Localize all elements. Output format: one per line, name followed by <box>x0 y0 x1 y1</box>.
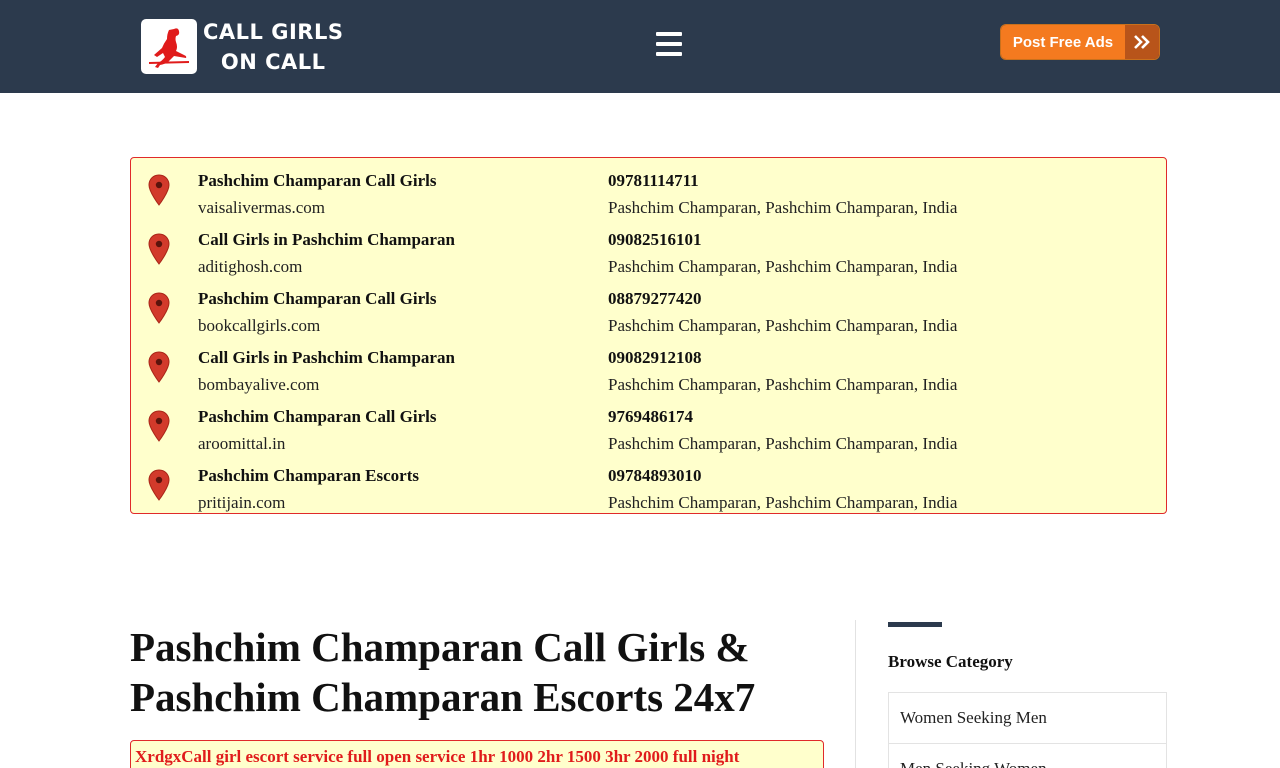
listing-site[interactable]: vaisalivermas.com <box>198 198 325 218</box>
map-pin-icon <box>148 174 170 206</box>
menu-bar <box>656 42 682 46</box>
listing-title[interactable]: Call Girls in Pashchim Champaran <box>198 230 455 250</box>
logo-line-1: CALL GIRLS <box>203 19 344 44</box>
logo-line-2: ON CALL <box>220 49 326 74</box>
promo-banner[interactable]: XrdgxCall girl escort service full open … <box>130 740 824 768</box>
listing-phone[interactable]: 08879277420 <box>608 289 702 309</box>
listing-location: Pashchim Champaran, Pashchim Champaran, … <box>608 434 958 453</box>
listing-title[interactable]: Call Girls in Pashchim Champaran <box>198 348 455 368</box>
listing-site[interactable]: bombayalive.com <box>198 375 319 395</box>
post-free-ads-button[interactable]: Post Free Ads <box>1000 24 1160 60</box>
double-chevron-right-icon <box>1125 25 1159 59</box>
site-logo[interactable]: CALL GIRLS ON CALL <box>141 19 343 74</box>
listing-title[interactable]: Pashchim Champaran Escorts <box>198 466 419 486</box>
map-pin-icon <box>148 292 170 324</box>
listing-location: Pashchim Champaran, Pashchim Champaran, … <box>608 257 958 276</box>
listing-location: Pashchim Champaran, Pashchim Champaran, … <box>608 198 958 217</box>
listing-row[interactable]: Pashchim Champaran Call Girls vaisaliverm… <box>131 165 1166 219</box>
map-pin-icon <box>148 351 170 383</box>
sidebar-accent-bar <box>888 622 942 627</box>
page-title: Pashchim Champaran Call Girls & Pashchim… <box>130 624 756 720</box>
sidebar-title: Browse Category <box>888 652 1013 671</box>
map-pin-icon <box>148 469 170 501</box>
listing-location: Pashchim Champaran, Pashchim Champaran, … <box>608 375 958 394</box>
column-divider <box>855 620 856 768</box>
menu-bar <box>656 32 682 36</box>
category-label: Men Seeking Women <box>900 759 1047 768</box>
logo-text: CALL GIRLS ON CALL <box>203 17 343 77</box>
listings-panel: Pashchim Champaran Call Girls vaisaliverm… <box>130 157 1167 514</box>
category-item[interactable]: Women Seeking Men <box>888 692 1167 743</box>
hamburger-menu-icon[interactable] <box>656 30 682 58</box>
listing-title[interactable]: Pashchim Champaran Call Girls <box>198 171 437 191</box>
listing-phone[interactable]: 09784893010 <box>608 466 702 486</box>
listing-site[interactable]: pritijain.com <box>198 493 285 513</box>
map-pin-icon <box>148 410 170 442</box>
map-pin-icon <box>148 233 170 265</box>
category-item[interactable]: Men Seeking Women <box>888 743 1167 768</box>
listing-row[interactable]: Call Girls in Pashchim Champaran aditigho… <box>131 224 1166 278</box>
menu-bar <box>656 52 682 56</box>
listing-site[interactable]: aditighosh.com <box>198 257 302 277</box>
listing-row[interactable]: Pashchim Champaran Call Girls bookcallgir… <box>131 283 1166 337</box>
site-header: CALL GIRLS ON CALL Post Free Ads <box>0 0 1280 93</box>
listing-phone[interactable]: 9769486174 <box>608 407 693 427</box>
listing-site[interactable]: aroomittal.in <box>198 434 285 454</box>
listing-site[interactable]: bookcallgirls.com <box>198 316 320 336</box>
listing-location: Pashchim Champaran, Pashchim Champaran, … <box>608 316 958 335</box>
listing-title[interactable]: Pashchim Champaran Call Girls <box>198 407 437 427</box>
listing-row[interactable]: Pashchim Champaran Call Girls aroomittal.… <box>131 401 1166 455</box>
listing-row[interactable]: Pashchim Champaran Escorts pritijain.com 0… <box>131 460 1166 514</box>
listing-phone[interactable]: 09082912108 <box>608 348 702 368</box>
listing-title[interactable]: Pashchim Champaran Call Girls <box>198 289 437 309</box>
listing-phone[interactable]: 09781114711 <box>608 171 699 191</box>
listing-phone[interactable]: 09082516101 <box>608 230 702 250</box>
promo-text: XrdgxCall girl escort service full open … <box>135 747 740 766</box>
category-label: Women Seeking Men <box>900 708 1047 727</box>
logo-icon <box>141 19 197 74</box>
category-list: Women Seeking Men Men Seeking Women <box>888 692 1167 768</box>
post-free-ads-label: Post Free Ads <box>1001 25 1125 59</box>
listing-row[interactable]: Call Girls in Pashchim Champaran bombayal… <box>131 342 1166 396</box>
listing-location: Pashchim Champaran, Pashchim Champaran, … <box>608 493 958 512</box>
